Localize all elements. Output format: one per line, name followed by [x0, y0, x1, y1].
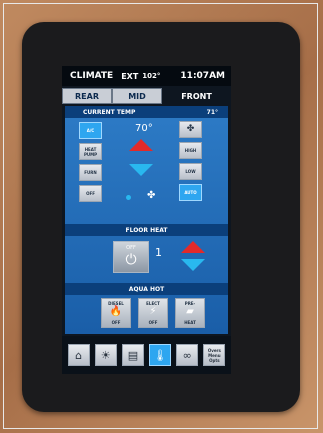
aqua-preheat-button[interactable]: PRE- ▰ HEAT [175, 298, 205, 328]
aqua-elect-state: OFF [148, 320, 158, 325]
light-bulb-icon: ☀ [100, 348, 111, 362]
aqua-elect-button[interactable]: ELECT ⚡ OFF [138, 298, 168, 328]
tab-mid[interactable]: MID [112, 88, 162, 104]
aqua-hot-header: AQUA HOT [65, 283, 228, 295]
floor-heat-up-arrow[interactable] [181, 241, 205, 253]
fan-low-button[interactable]: LOW [179, 163, 202, 180]
mode-furn-button[interactable]: FURN [79, 164, 102, 181]
temp-up-arrow[interactable] [129, 139, 153, 151]
ext-label: EXT [121, 71, 139, 81]
flame-icon: 🔥 [109, 306, 123, 317]
current-temp-header: CURRENT TEMP 71° [65, 106, 228, 118]
home-icon: ⌂ [75, 348, 83, 362]
power-icon: ⏻ [125, 252, 137, 268]
tab-rear[interactable]: REAR [62, 88, 112, 104]
bottom-nav: ⌂ ☀ ▤ 🌡 ∞ Overs Menu Opts [62, 336, 231, 374]
nav-home[interactable]: ⌂ [67, 344, 90, 366]
floor-heat-header: FLOOR HEAT [65, 224, 228, 236]
page-title: CLIMATE [70, 71, 114, 81]
nav-climate[interactable]: 🌡 [149, 344, 172, 366]
nav-lights[interactable]: ☀ [94, 344, 117, 366]
status-bar: CLIMATE EXT 102° 11:07AM [62, 66, 231, 86]
ext-temp: 102° [142, 72, 161, 80]
menu-text-icon: Overs Menu Opts [207, 347, 221, 363]
floor-heat-down-arrow[interactable] [181, 259, 205, 271]
fan-high-button[interactable]: HIGH [179, 142, 202, 159]
lightning-icon: ⚡ [149, 306, 157, 317]
fan-speed-icon-button[interactable]: ✤ [179, 121, 202, 138]
engine-icon: ▰ [186, 306, 194, 317]
current-temp-value: 71° [206, 108, 218, 116]
nav-menu[interactable]: Overs Menu Opts [203, 344, 226, 366]
zone-tabs: REAR MID FRONT [62, 88, 231, 104]
floor-heat-label: FLOOR HEAT [125, 226, 168, 234]
temp-down-arrow[interactable] [129, 164, 153, 176]
setpoint-value: 70° [135, 123, 153, 134]
floor-heat-level: 1 [155, 246, 162, 259]
aqua-preheat-state: HEAT [184, 320, 196, 325]
nav-link[interactable]: ∞ [176, 344, 199, 366]
clock: 11:07AM [180, 71, 225, 81]
status-dot [126, 195, 131, 200]
climate-screen: CLIMATE EXT 102° 11:07AM REAR MID FRONT … [62, 66, 231, 374]
climate-panel: CURRENT TEMP 71° A/C HEAT PUMP FURN OFF … [65, 106, 228, 334]
current-temp-label: CURRENT TEMP [83, 108, 136, 116]
mode-ac-button[interactable]: A/C [79, 122, 102, 139]
floor-heat-power-button[interactable]: OFF ⏻ [113, 241, 149, 273]
aqua-diesel-button[interactable]: DIESEL 🔥 OFF [101, 298, 131, 328]
fan-icon: ✤ [147, 190, 156, 201]
nav-shades[interactable]: ▤ [121, 344, 144, 366]
thermometer-icon: 🌡 [153, 348, 168, 362]
floor-heat-state: OFF [126, 245, 136, 251]
mode-off-button[interactable]: OFF [79, 185, 102, 202]
mode-heat-pump-button[interactable]: HEAT PUMP [79, 143, 102, 160]
chain-link-icon: ∞ [182, 348, 192, 362]
shade-icon: ▤ [127, 348, 139, 362]
aqua-diesel-state: OFF [111, 320, 121, 325]
tab-front[interactable]: FRONT [162, 88, 231, 104]
fan-auto-button[interactable]: AUTO [179, 184, 202, 201]
aqua-hot-label: AQUA HOT [128, 285, 165, 293]
